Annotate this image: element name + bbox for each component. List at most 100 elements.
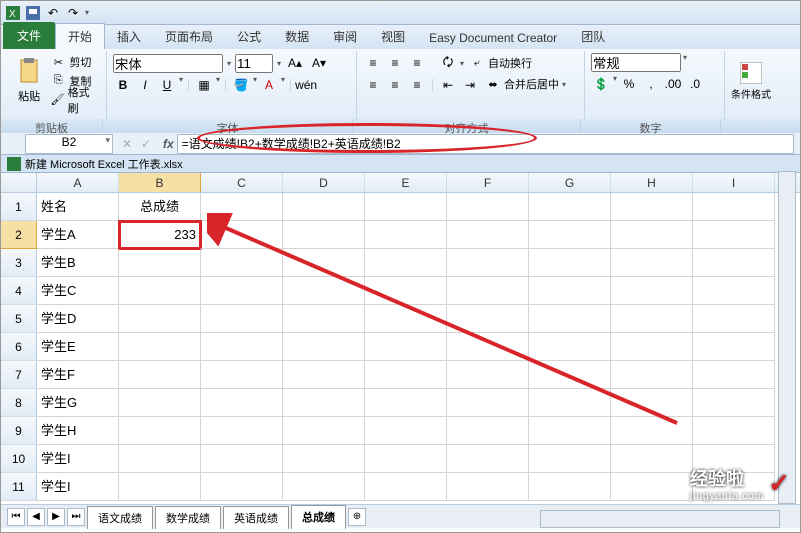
- cell[interactable]: [447, 445, 529, 473]
- cell[interactable]: 学生I: [37, 445, 119, 473]
- cell[interactable]: [283, 221, 365, 249]
- sheet-nav-last[interactable]: ⏭: [67, 508, 85, 526]
- phonetic-button[interactable]: wén: [296, 75, 316, 95]
- cell[interactable]: [365, 389, 447, 417]
- cell[interactable]: [201, 389, 283, 417]
- decrease-font-icon[interactable]: A▾: [309, 53, 329, 73]
- cell[interactable]: [283, 305, 365, 333]
- row-header[interactable]: 1: [1, 193, 37, 221]
- tab-file[interactable]: 文件: [3, 22, 55, 49]
- cell[interactable]: [119, 333, 201, 361]
- tab-formulas[interactable]: 公式: [225, 24, 273, 49]
- formula-bar[interactable]: =语文成绩!B2+数学成绩!B2+英语成绩!B2: [177, 134, 794, 154]
- cell[interactable]: [365, 305, 447, 333]
- cell[interactable]: [201, 417, 283, 445]
- cell[interactable]: 总成绩: [119, 193, 201, 221]
- align-left-icon[interactable]: ≡: [363, 75, 383, 95]
- cell[interactable]: [447, 277, 529, 305]
- chevron-down-icon[interactable]: ▾: [281, 75, 285, 95]
- tab-insert[interactable]: 插入: [105, 24, 153, 49]
- cell[interactable]: 学生E: [37, 333, 119, 361]
- tab-layout[interactable]: 页面布局: [153, 24, 225, 49]
- cell[interactable]: [201, 361, 283, 389]
- cell[interactable]: [201, 249, 283, 277]
- row-header[interactable]: 10: [1, 445, 37, 473]
- name-box[interactable]: B2: [25, 134, 113, 154]
- cell[interactable]: [365, 333, 447, 361]
- enter-formula-icon[interactable]: ✓: [138, 136, 154, 152]
- number-format-combo[interactable]: [591, 53, 681, 72]
- row-header[interactable]: 11: [1, 473, 37, 501]
- select-all-corner[interactable]: [1, 173, 37, 192]
- align-top-icon[interactable]: ≡: [363, 53, 383, 73]
- cell[interactable]: [529, 277, 611, 305]
- cell[interactable]: [119, 249, 201, 277]
- cell[interactable]: [119, 473, 201, 501]
- cell[interactable]: [447, 361, 529, 389]
- cell[interactable]: [447, 305, 529, 333]
- cell[interactable]: 学生C: [37, 277, 119, 305]
- cell[interactable]: [283, 361, 365, 389]
- cell[interactable]: [611, 361, 693, 389]
- col-header-D[interactable]: D: [283, 173, 365, 192]
- col-header-H[interactable]: H: [611, 173, 693, 192]
- row-header[interactable]: 8: [1, 389, 37, 417]
- redo-icon[interactable]: ↷: [65, 5, 81, 21]
- undo-icon[interactable]: ↶: [45, 5, 61, 21]
- cell[interactable]: [447, 249, 529, 277]
- cell[interactable]: [365, 193, 447, 221]
- col-header-B[interactable]: B: [119, 173, 201, 192]
- cell[interactable]: [611, 417, 693, 445]
- cell[interactable]: [447, 193, 529, 221]
- cell[interactable]: 学生A: [37, 221, 119, 249]
- cell[interactable]: [365, 221, 447, 249]
- sheet-tab-english[interactable]: 英语成绩: [223, 506, 289, 529]
- cell[interactable]: [529, 193, 611, 221]
- cell[interactable]: [201, 333, 283, 361]
- cell[interactable]: [693, 389, 775, 417]
- cell[interactable]: [201, 305, 283, 333]
- cell[interactable]: [693, 361, 775, 389]
- cut-button[interactable]: ✂剪切: [47, 53, 100, 71]
- cell[interactable]: [611, 305, 693, 333]
- percent-icon[interactable]: %: [619, 74, 639, 94]
- cell[interactable]: [119, 305, 201, 333]
- cell[interactable]: [529, 305, 611, 333]
- increase-indent-icon[interactable]: ⇥: [460, 75, 480, 95]
- sheet-tab-math[interactable]: 数学成绩: [155, 506, 221, 529]
- orientation-icon[interactable]: 🗘: [438, 53, 458, 73]
- chevron-down-icon[interactable]: ▾: [683, 53, 687, 72]
- row-header[interactable]: 9: [1, 417, 37, 445]
- cell[interactable]: [529, 389, 611, 417]
- cell[interactable]: [611, 249, 693, 277]
- chevron-down-icon[interactable]: ▾: [460, 59, 464, 68]
- cell[interactable]: [365, 445, 447, 473]
- cell[interactable]: [201, 445, 283, 473]
- align-bottom-icon[interactable]: ≡: [407, 53, 427, 73]
- chevron-down-icon[interactable]: ▾: [216, 75, 220, 95]
- qat-customize-icon[interactable]: ▾: [85, 8, 89, 17]
- chevron-down-icon[interactable]: ▾: [277, 59, 281, 68]
- font-name-combo[interactable]: [113, 54, 223, 73]
- horizontal-scrollbar[interactable]: [540, 510, 780, 528]
- cell[interactable]: [365, 417, 447, 445]
- col-header-I[interactable]: I: [693, 173, 775, 192]
- cell[interactable]: 学生B: [37, 249, 119, 277]
- chevron-down-icon[interactable]: ▾: [179, 75, 183, 95]
- cell[interactable]: [693, 305, 775, 333]
- col-header-E[interactable]: E: [365, 173, 447, 192]
- align-middle-icon[interactable]: ≡: [385, 53, 405, 73]
- cell[interactable]: [201, 193, 283, 221]
- cell[interactable]: [283, 277, 365, 305]
- chevron-down-icon[interactable]: ▾: [253, 75, 257, 95]
- cell[interactable]: 学生H: [37, 417, 119, 445]
- cell[interactable]: 学生I: [37, 473, 119, 501]
- cell[interactable]: 233: [119, 221, 201, 249]
- cell[interactable]: [119, 417, 201, 445]
- bold-button[interactable]: B: [113, 75, 133, 95]
- cell[interactable]: [693, 249, 775, 277]
- cell[interactable]: [365, 249, 447, 277]
- cell[interactable]: [201, 473, 283, 501]
- decrease-decimal-icon[interactable]: .0: [685, 74, 705, 94]
- align-right-icon[interactable]: ≡: [407, 75, 427, 95]
